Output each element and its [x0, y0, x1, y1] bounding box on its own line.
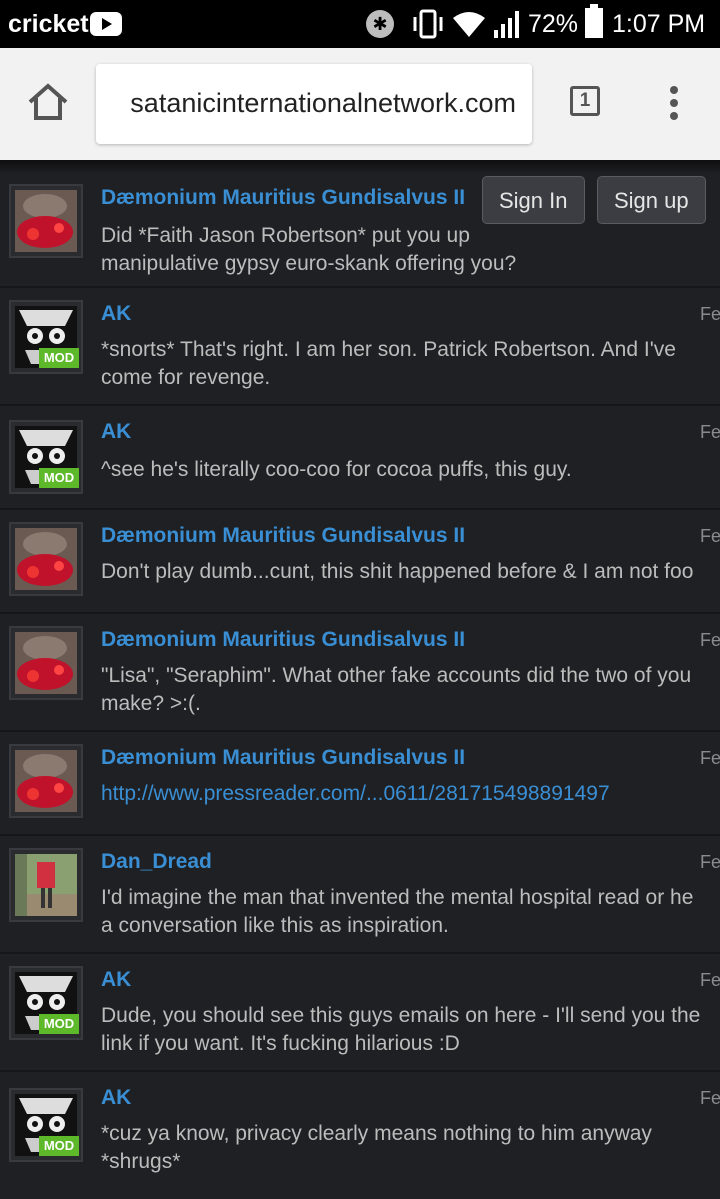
battery-percent: 72% [528, 10, 579, 38]
user-avatar[interactable] [9, 522, 83, 596]
message-body: ^see he's literally coo-coo for cocoa pu… [101, 458, 572, 481]
address-bar[interactable]: satanicinternationalnetwork.com [96, 64, 532, 144]
mod-badge: MOD [39, 1136, 79, 1156]
signal-icon [494, 11, 519, 38]
chat-message: Dæmonium Mauritius Gundisalvus II Fe Don… [0, 510, 720, 614]
tab-switcher-icon[interactable]: 1 [570, 86, 600, 116]
message-date: Fe [700, 630, 720, 650]
message-author[interactable]: Dæmonium Mauritius Gundisalvus II [101, 524, 465, 548]
bloody-avatar-image [15, 190, 77, 252]
message-body: "Lisa", "Seraphim". What other fake acco… [101, 664, 692, 715]
message-date: Fe [700, 852, 720, 872]
message-author[interactable]: Dan_Dread [101, 850, 212, 874]
message-date: Fe [700, 422, 720, 442]
youtube-icon [90, 12, 122, 36]
message-body: Dude, you should see this guys emails on… [101, 1004, 701, 1055]
chat-message: Dan_Dread Fe I'd imagine the man that in… [0, 836, 720, 954]
message-date: Fe [700, 304, 720, 324]
message-link[interactable]: http://www.pressreader.com/...0611/28171… [101, 780, 720, 808]
chat-message: Dæmonium Mauritius Gundisalvus II Fe "Li… [0, 614, 720, 732]
chat-message: Dæmonium Mauritius Gundisalvus II Fe htt… [0, 732, 720, 836]
user-avatar[interactable]: MOD [9, 1088, 83, 1162]
message-author[interactable]: AK [101, 420, 131, 444]
overflow-menu-icon[interactable] [668, 86, 680, 122]
user-avatar[interactable] [9, 744, 83, 818]
clock: 1:07 PM [612, 10, 706, 38]
mod-badge: MOD [39, 1014, 79, 1034]
toolbar-shadow [0, 160, 720, 174]
message-body: *snorts* That's right. I am her son. Pat… [101, 338, 676, 389]
sign-in-button[interactable]: Sign In [482, 176, 585, 224]
chat-message: MOD AK Fe ^see he's literally coo-coo fo… [0, 406, 720, 510]
user-avatar[interactable] [9, 184, 83, 258]
photo-avatar-image [15, 854, 77, 916]
user-avatar[interactable] [9, 848, 83, 922]
bluetooth-icon: ✱ [366, 10, 394, 38]
url-text: satanicinternationalnetwork.com [130, 88, 516, 118]
message-body: *cuz ya know, privacy clearly means noth… [101, 1122, 652, 1173]
home-icon[interactable] [26, 80, 70, 124]
message-date: Fe [700, 748, 720, 768]
message-body: Did *Faith Jason Robertson* put you up m… [101, 224, 517, 275]
carrier-label: cricket [8, 10, 89, 38]
user-avatar[interactable]: MOD [9, 966, 83, 1040]
message-author[interactable]: Dæmonium Mauritius Gundisalvus II [101, 746, 465, 770]
chat-message: MOD AK Fe *cuz ya know, privacy clearly … [0, 1072, 720, 1199]
vibrate-icon [413, 9, 443, 39]
message-date: Fe [700, 1088, 720, 1108]
chat-message: MOD AK Fe Dude, you should see this guys… [0, 954, 720, 1072]
mod-badge: MOD [39, 468, 79, 488]
message-author[interactable]: Dæmonium Mauritius Gundisalvus II [101, 628, 465, 652]
sign-up-button[interactable]: Sign up [597, 176, 706, 224]
battery-icon [585, 4, 603, 38]
message-date: Fe [700, 526, 720, 546]
bloody-avatar-image [15, 750, 77, 812]
user-avatar[interactable] [9, 626, 83, 700]
user-avatar[interactable]: MOD [9, 300, 83, 374]
message-author[interactable]: AK [101, 1086, 131, 1110]
wifi-icon [453, 12, 485, 37]
browser-toolbar: satanicinternationalnetwork.com 1 [0, 48, 720, 160]
chat-feed[interactable]: Dæmonium Mauritius Gundisalvus II Did *F… [0, 160, 720, 1199]
message-author[interactable]: Dæmonium Mauritius Gundisalvus II [101, 186, 465, 210]
status-bar: cricket ✱ 72% 1:07 PM [0, 0, 720, 48]
message-body: I'd imagine the man that invented the me… [101, 886, 694, 937]
bloody-avatar-image [15, 632, 77, 694]
message-author[interactable]: AK [101, 302, 131, 326]
bloody-avatar-image [15, 528, 77, 590]
chat-message: MOD AK Fe *snorts* That's right. I am he… [0, 288, 720, 406]
message-body: Don't play dumb...cunt, this shit happen… [101, 560, 694, 583]
user-avatar[interactable]: MOD [9, 420, 83, 494]
mod-badge: MOD [39, 348, 79, 368]
message-date: Fe [700, 970, 720, 990]
message-author[interactable]: AK [101, 968, 131, 992]
